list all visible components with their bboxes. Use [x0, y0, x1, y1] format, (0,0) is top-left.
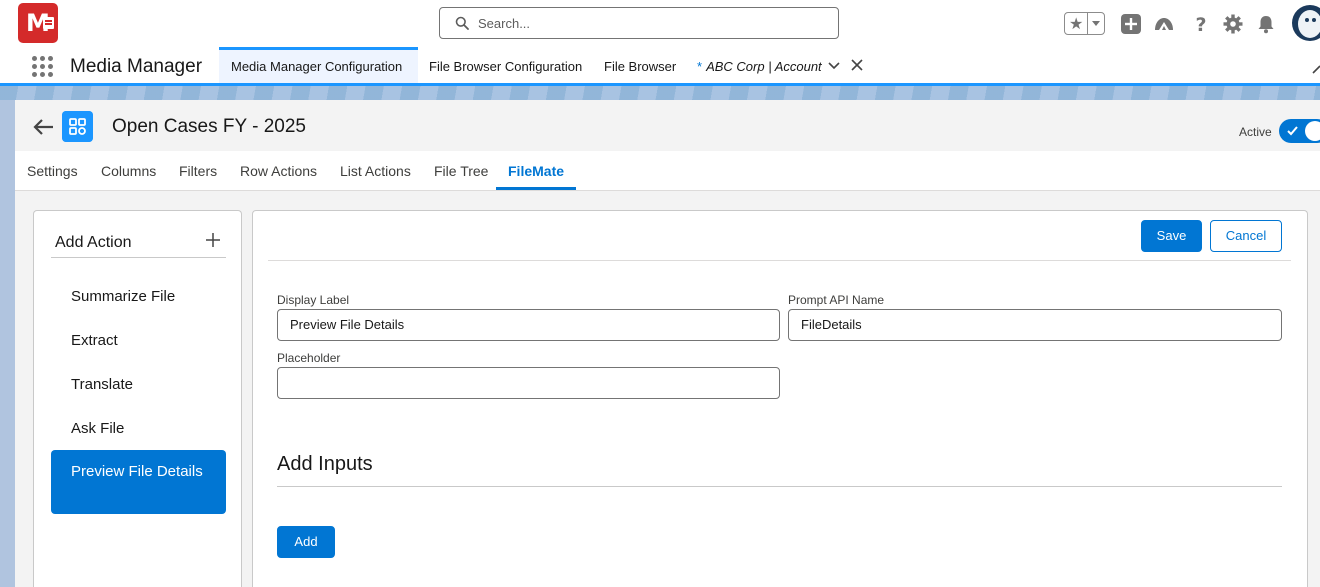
search-icon [455, 16, 469, 30]
add-input-button[interactable]: Add [277, 526, 335, 558]
chevron-down-icon[interactable] [828, 62, 840, 70]
tab-file-tree[interactable]: File Tree [434, 151, 488, 190]
prompt-api-name-field[interactable]: FileDetails [788, 309, 1282, 341]
global-search[interactable]: Search... [439, 7, 839, 39]
add-action-icon[interactable] [206, 233, 220, 247]
sidebar-item-preview-file-details[interactable]: Preview File Details [51, 450, 226, 514]
notification-bell-icon[interactable] [1255, 13, 1277, 35]
config-tabs: Settings Columns Filters Row Actions Lis… [15, 151, 1320, 191]
tab-list-actions[interactable]: List Actions [340, 151, 411, 190]
app-nav-bar: Media Manager Media Manager Configuratio… [0, 47, 1320, 86]
record-header: Open Cases FY - 2025 Active [15, 100, 1320, 151]
nav-tab-media-manager-configuration[interactable]: Media Manager Configuration [219, 47, 418, 83]
add-inputs-heading: Add Inputs [277, 453, 373, 475]
app-launcher-icon[interactable] [32, 56, 53, 77]
close-tab-icon[interactable] [851, 59, 863, 71]
section-divider [277, 486, 1282, 487]
user-avatar[interactable] [1292, 5, 1320, 41]
cancel-button[interactable]: Cancel [1210, 220, 1282, 252]
active-toggle[interactable] [1279, 119, 1320, 143]
favorites-button[interactable]: ★ [1064, 12, 1105, 35]
nav-tab-label: File Browser Configuration [429, 59, 583, 74]
nav-tab-file-browser-configuration[interactable]: File Browser Configuration [417, 47, 594, 83]
save-button[interactable]: Save [1141, 220, 1202, 252]
nav-tab-file-browser[interactable]: File Browser [592, 47, 688, 83]
sidebar-item-extract[interactable]: Extract [51, 331, 226, 351]
page-title: Open Cases FY - 2025 [112, 116, 306, 137]
nav-tab-abc-corp-account[interactable]: * ABC Corp | Account [685, 47, 834, 83]
favorites-dropdown-icon[interactable] [1092, 21, 1100, 26]
help-icon[interactable]: ? [1190, 13, 1212, 35]
display-label-field[interactable]: Preview File Details [277, 309, 780, 341]
check-icon [1287, 126, 1298, 136]
favorites-divider [1087, 13, 1088, 34]
unsaved-marker: * [697, 59, 703, 74]
action-form-panel: Save Cancel Display Label Preview File D… [252, 210, 1308, 587]
global-header: M Search... ★ ? [0, 0, 1320, 47]
edit-nav-icon[interactable] [1311, 60, 1320, 74]
setup-gear-icon[interactable] [1222, 13, 1244, 35]
record-type-icon [62, 111, 93, 142]
nav-tab-label: ABC Corp | Account [706, 59, 822, 74]
tab-filters[interactable]: Filters [179, 151, 217, 190]
favorites-star-icon[interactable]: ★ [1069, 14, 1083, 34]
form-divider [268, 260, 1291, 261]
placeholder-label: Placeholder [277, 351, 341, 365]
nav-tab-label: File Browser [604, 59, 677, 74]
sidebar-item-translate[interactable]: Translate [51, 375, 226, 395]
placeholder-field[interactable] [277, 367, 780, 399]
tab-filemate[interactable]: FileMate [496, 151, 577, 190]
sidebar-item-ask-file[interactable]: Ask File [51, 419, 226, 439]
tab-columns[interactable]: Columns [101, 151, 156, 190]
sidebar-item-summarize-file[interactable]: Summarize File [51, 287, 226, 307]
prompt-api-name-label: Prompt API Name [788, 293, 885, 307]
app-logo[interactable]: M [18, 3, 58, 43]
active-label: Active [1239, 125, 1272, 139]
add-icon[interactable] [1120, 13, 1142, 35]
sidebar-divider [51, 257, 226, 258]
display-label-label: Display Label [277, 293, 350, 307]
tab-settings[interactable]: Settings [27, 151, 78, 190]
trailhead-icon[interactable] [1153, 13, 1175, 35]
logo-document-icon [43, 17, 54, 29]
record-page: Open Cases FY - 2025 Active Settings Col… [15, 100, 1320, 587]
search-input[interactable]: Search... [478, 16, 530, 31]
tab-row-actions[interactable]: Row Actions [240, 151, 317, 190]
toggle-knob [1305, 121, 1320, 141]
nav-tab-label: Media Manager Configuration [231, 59, 403, 74]
svg-text:?: ? [1195, 14, 1206, 35]
sidebar-title: Add Action [55, 234, 132, 251]
page-background-pattern [0, 86, 1320, 100]
app-name: Media Manager [70, 56, 203, 77]
action-sidebar: Add Action Summarize File Extract Transl… [33, 210, 242, 587]
back-arrow-icon[interactable] [32, 118, 54, 136]
